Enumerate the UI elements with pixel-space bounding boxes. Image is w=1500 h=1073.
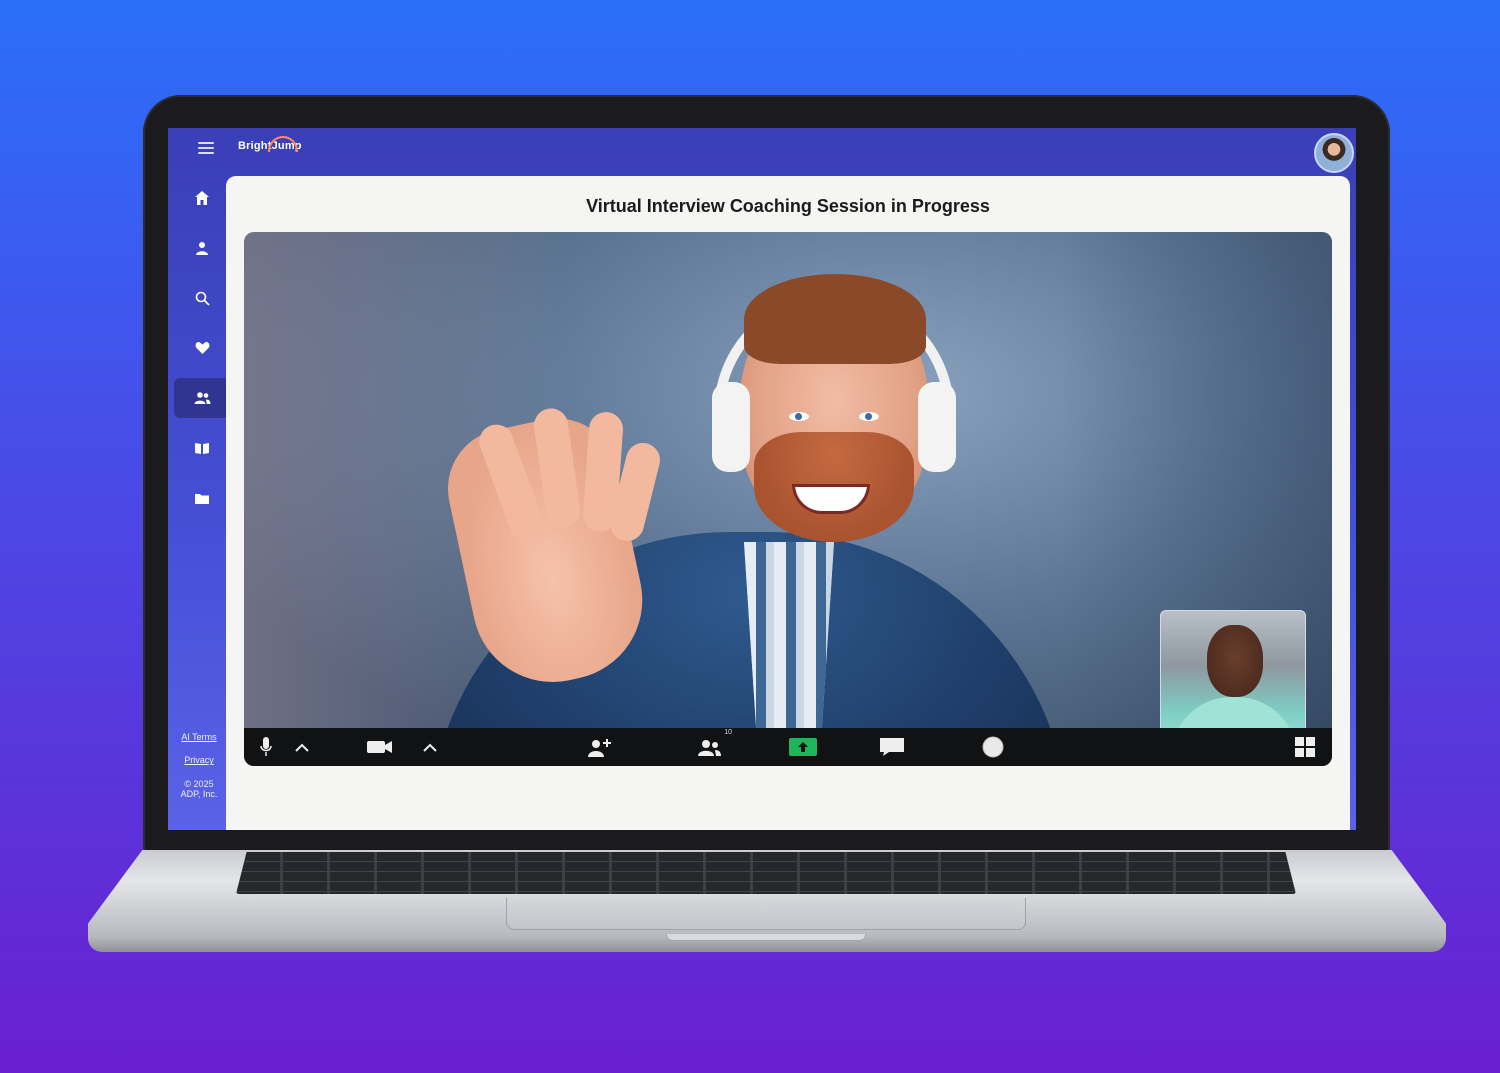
folder-icon (195, 493, 209, 504)
sidebar-footer: AI Terms Privacy © 2025 ADP, Inc. (168, 732, 230, 799)
chevron-up-icon (295, 743, 309, 752)
participant-eye-right (859, 412, 879, 421)
home-icon (195, 191, 209, 205)
mic-button[interactable] (256, 735, 276, 759)
grid-icon (1295, 737, 1315, 757)
participant-hair (744, 274, 926, 364)
participants-count: 10 (724, 729, 732, 736)
record-icon (982, 736, 1004, 758)
sidebar-item-coaching[interactable] (174, 378, 230, 418)
sidebar-item-profile[interactable] (174, 228, 230, 268)
heart-icon (195, 342, 209, 354)
laptop-trackpad (506, 898, 1026, 930)
copyright-text: © 2025 ADP, Inc. (180, 778, 218, 800)
record-button[interactable] (981, 735, 1005, 759)
camera-options-button[interactable] (420, 735, 440, 759)
sidebar-item-search[interactable] (174, 278, 230, 318)
book-icon (195, 442, 209, 454)
main-video-feed[interactable]: 10 (244, 232, 1332, 766)
sidebar-item-learning[interactable] (174, 428, 230, 468)
app-screen: BrightJump AI Terms Privacy © 2025 ADP, … (168, 128, 1356, 830)
page-title: Virtual Interview Coaching Session in Pr… (586, 196, 990, 216)
ai-terms-link[interactable]: AI Terms (168, 732, 230, 742)
sidebar-item-documents[interactable] (174, 478, 230, 518)
chat-button[interactable] (878, 735, 906, 759)
headphone-cup-right (918, 382, 956, 472)
mic-options-button[interactable] (292, 735, 312, 759)
video-camera-icon (367, 741, 392, 753)
logo-arc-icon (268, 136, 298, 152)
layout-grid-button[interactable] (1294, 735, 1316, 759)
main-card: Virtual Interview Coaching Session in Pr… (226, 176, 1350, 830)
call-toolbar: 10 (244, 728, 1332, 766)
user-avatar[interactable] (1314, 133, 1354, 173)
participants-icon (698, 740, 721, 756)
chat-bubble-icon (880, 738, 904, 756)
laptop-notch (666, 934, 866, 941)
add-person-icon (588, 739, 611, 757)
privacy-link[interactable]: Privacy (168, 755, 230, 765)
headphone-cup-left (712, 382, 750, 472)
user-icon (196, 242, 208, 255)
sidebar-nav (168, 178, 230, 528)
laptop-keyboard (236, 852, 1296, 894)
hamburger-menu-icon[interactable] (198, 142, 214, 154)
chevron-up-icon (423, 743, 437, 752)
microphone-icon (260, 737, 272, 756)
participant-eye-left (789, 412, 809, 421)
participants-button[interactable]: 10 (694, 729, 732, 759)
search-icon (195, 291, 210, 306)
share-screen-icon (789, 738, 817, 756)
sidebar-item-home[interactable] (174, 178, 230, 218)
share-screen-button[interactable] (789, 735, 817, 759)
sidebar-item-favorites[interactable] (174, 328, 230, 368)
camera-button[interactable] (366, 735, 394, 759)
invite-button[interactable] (586, 735, 614, 759)
people-icon (194, 392, 210, 404)
self-view-head (1207, 625, 1263, 697)
